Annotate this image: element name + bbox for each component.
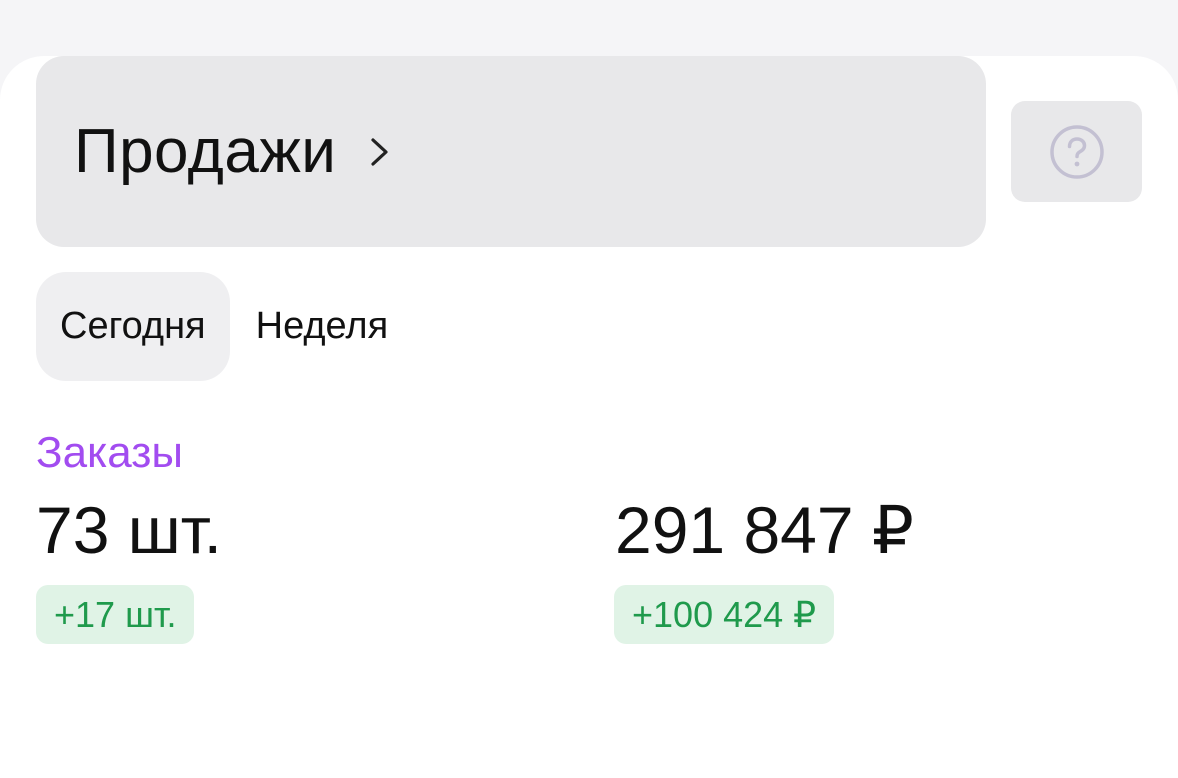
orders-label: Заказы <box>36 428 184 477</box>
sales-card: Продажи Сегодня Неделя Заказы 73 шт. 291… <box>0 56 1178 778</box>
question-circle-icon <box>1049 124 1104 179</box>
tab-today[interactable]: Сегодня <box>36 272 230 381</box>
orders-sum-delta-badge: +100 424 ₽ <box>614 585 835 644</box>
orders-count-delta-badge: +17 шт. <box>36 585 195 644</box>
orders-count-value: 73 шт. <box>36 493 222 567</box>
sales-header-button[interactable]: Продажи <box>36 56 986 247</box>
tab-week[interactable]: Неделя <box>230 272 413 381</box>
help-button[interactable] <box>1011 101 1142 202</box>
sales-title: Продажи <box>74 117 337 186</box>
period-tabs: Сегодня Неделя <box>36 272 412 381</box>
orders-sum-value: 291 847 ₽ <box>615 493 914 567</box>
chevron-right-icon <box>371 137 389 166</box>
